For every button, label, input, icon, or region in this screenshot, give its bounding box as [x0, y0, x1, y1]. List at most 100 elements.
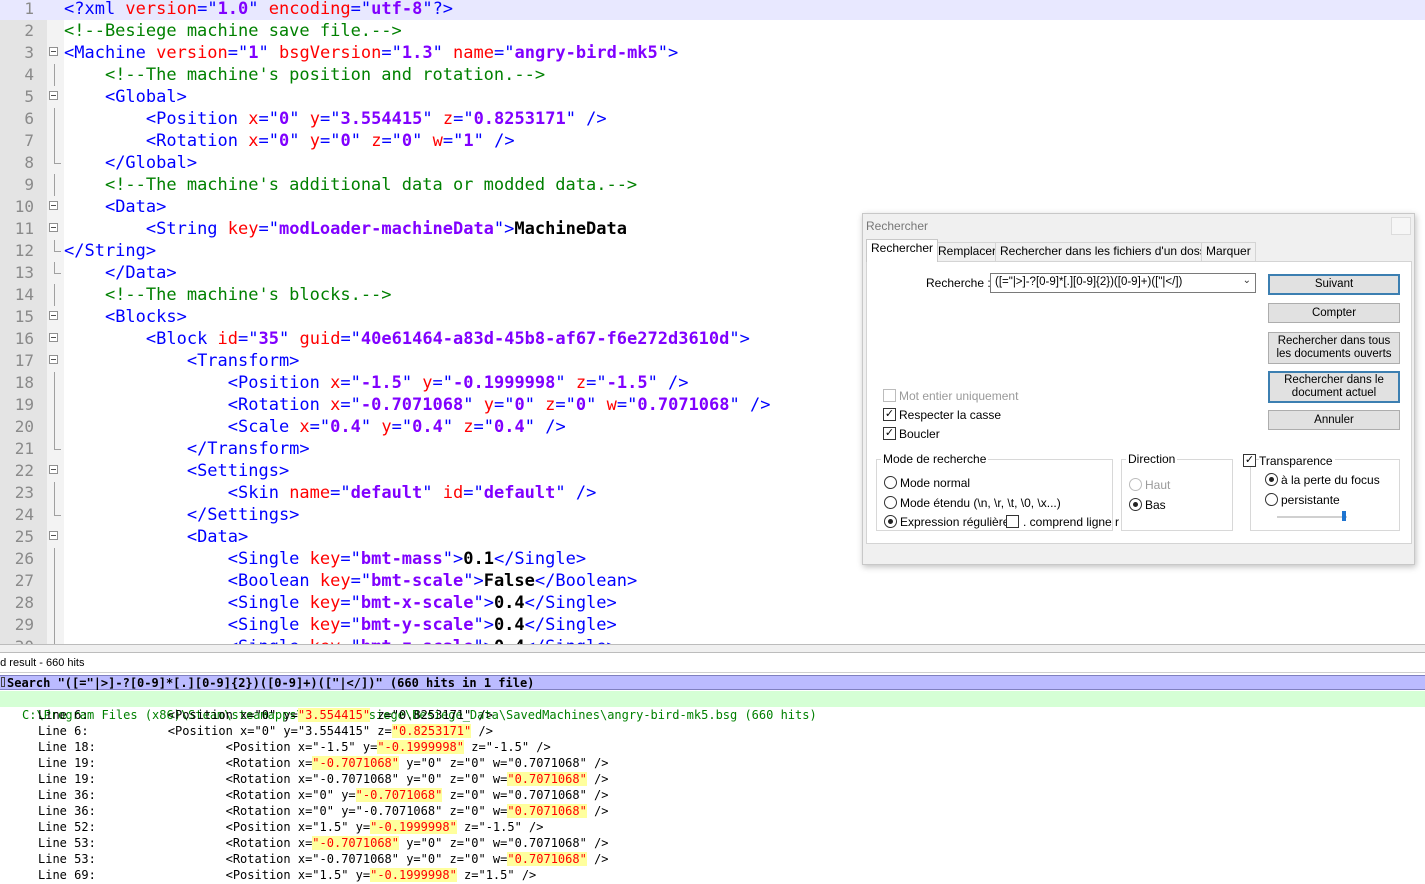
result-fragment: <Position x="1.5" y=: [225, 820, 371, 834]
result-row[interactable]: Line 19: <Rotation x="-0.7071068" y="0" …: [0, 755, 1425, 771]
search-label: Recherche :: [926, 276, 991, 290]
token-tag: =": [381, 43, 402, 63]
code-line[interactable]: 9 <!--The machine's additional data or m…: [0, 174, 1425, 196]
fold-minus-icon[interactable]: [49, 465, 58, 474]
token-tag: =": [309, 417, 331, 437]
result-row[interactable]: Line 52: <Position x="1.5" y="-0.1999998…: [0, 819, 1425, 835]
code-line[interactable]: 2 <!--Besiege machine save file.-->: [0, 20, 1425, 42]
direction-down-radio[interactable]: [1129, 498, 1142, 511]
match-case-checkbox[interactable]: ✓: [883, 408, 896, 421]
result-row[interactable]: Line 36: <Rotation x="0" y="-0.7071068" …: [0, 803, 1425, 819]
token-tag: <Position: [227, 373, 331, 393]
result-row[interactable]: Line 36: <Rotation x="0" y="-0.7071068" …: [0, 787, 1425, 803]
result-row[interactable]: Line 18: <Position x="-1.5" y="-0.199999…: [0, 739, 1425, 755]
count-button[interactable]: Compter: [1268, 303, 1400, 323]
tab-mark[interactable]: Marquer: [1201, 242, 1256, 261]
token-tag: ">: [473, 615, 494, 635]
code-text: <Transform>: [64, 350, 300, 372]
tab-find[interactable]: Rechercher: [866, 239, 939, 262]
transparency-slider-thumb[interactable]: [1342, 511, 1346, 521]
token-tag: ": [289, 131, 310, 151]
tab-find-in-files[interactable]: Rechercher dans les fichiers d'un dossie…: [995, 242, 1225, 261]
transparency-slider-track[interactable]: [1277, 516, 1347, 518]
token-tag: =": [340, 615, 361, 635]
result-row[interactable]: Line 53: <Rotation x="-0.7071068" y="0" …: [0, 835, 1425, 851]
chevron-down-icon[interactable]: ⌄: [1243, 275, 1251, 286]
result-row[interactable]: Line 6: <Position x="0" y="3.554415" z="…: [0, 707, 1425, 723]
token-tag: <String: [145, 219, 228, 239]
mode-extended-radio[interactable]: [884, 496, 897, 509]
code-line[interactable]: 6 <Position x="0" y="3.554415" z="0.8253…: [0, 108, 1425, 130]
token-txt: False: [483, 571, 535, 591]
token-attr: key: [310, 637, 341, 644]
mode-normal-radio[interactable]: [884, 476, 897, 489]
token-val: 3.554415: [340, 109, 423, 129]
next-button[interactable]: Suivant: [1268, 274, 1400, 295]
fold-minus-icon[interactable]: [49, 333, 58, 342]
find-all-current-doc-button[interactable]: Rechercher dans le document actuel: [1268, 371, 1400, 403]
token-attr: key: [227, 219, 259, 239]
result-row[interactable]: Line 6: <Position x="0" y="3.554415" z="…: [0, 723, 1425, 739]
mode-regex-radio[interactable]: [884, 515, 897, 528]
token-txt: 0.4: [493, 593, 525, 613]
panel-splitter[interactable]: [0, 644, 1425, 653]
code-line[interactable]: 8 </Global>: [0, 152, 1425, 174]
collapse-icon[interactable]: [1, 677, 5, 687]
dot-matches-newline-checkbox[interactable]: [1006, 515, 1019, 528]
transparency-checkbox[interactable]: ✓: [1243, 454, 1256, 467]
find-all-open-docs-button[interactable]: Rechercher dans tous les documents ouver…: [1268, 332, 1400, 364]
search-results-panel[interactable]: Search "([="|>]-?[0-9]*[.][0-9]{2})([0-9…: [0, 675, 1425, 884]
code-text: </String>: [64, 240, 156, 262]
code-line[interactable]: 27 <Boolean key="bmt-scale">False</Boole…: [0, 570, 1425, 592]
code-line[interactable]: 1 <?xml version="1.0" encoding="utf-8"?>: [0, 0, 1425, 20]
fold-minus-icon[interactable]: [49, 223, 58, 232]
close-button[interactable]: [1391, 217, 1411, 235]
code-line[interactable]: 30 <Single key="bmt-z-scale">0.4</Single…: [0, 636, 1425, 644]
result-fragment: <Rotation x=: [225, 756, 313, 770]
search-header-row[interactable]: Search "([="|>]-?[0-9]*[.][0-9]{2})([0-9…: [0, 675, 1425, 690]
token-tag: =": [453, 109, 474, 129]
code-line[interactable]: 3 <Machine version="1" bsgVersion="1.3" n…: [0, 42, 1425, 64]
token-tag: " />: [524, 417, 566, 437]
code-line[interactable]: 28 <Single key="bmt-x-scale">0.4</Single…: [0, 592, 1425, 614]
cancel-button[interactable]: Annuler: [1268, 410, 1400, 430]
fold-minus-icon[interactable]: [49, 201, 58, 210]
token-attr: key: [309, 549, 341, 569]
direction-up-radio[interactable]: [1129, 478, 1142, 491]
token-tag: <Global>: [104, 87, 187, 107]
code-line[interactable]: 7 <Rotation x="0" y="0" z="0" w="1" />: [0, 130, 1425, 152]
token-tag: " />: [647, 373, 689, 393]
fold-minus-icon[interactable]: [49, 355, 58, 364]
search-file-row[interactable]: C:\Program Files (x86)\Steam\steamapps\c…: [0, 691, 1425, 722]
token-tag: ">: [463, 571, 484, 591]
fold-line: [54, 416, 55, 438]
result-fragment: <Position x="0" y="3.554415" z=: [167, 724, 392, 738]
fold-minus-icon[interactable]: [49, 91, 58, 100]
fold-minus-icon[interactable]: [49, 47, 58, 56]
search-combobox[interactable]: ([="|>]-?[0-9]*[.][0-9]{2})([0-9]+)(["|<…: [990, 273, 1256, 293]
wrap-checkbox[interactable]: ✓: [883, 427, 896, 440]
search-header-text: Search "([="|>]-?[0-9]*[.][0-9]{2})([0-9…: [7, 676, 535, 690]
result-row[interactable]: Line 53: <Rotation x="-0.7071068" y="0" …: [0, 851, 1425, 867]
token-tag: =": [330, 483, 351, 503]
transparency-always-radio[interactable]: [1265, 493, 1278, 506]
result-fragment: z="0.8253171" />: [370, 708, 493, 722]
code-text: <Single key="bmt-z-scale">0.4</Single>: [64, 636, 617, 644]
transparency-focus-radio[interactable]: [1265, 473, 1278, 486]
fold-minus-icon[interactable]: [49, 311, 58, 320]
token-tag: <Data>: [186, 527, 249, 547]
token-val: angry-bird-mk5: [514, 43, 658, 63]
code-line[interactable]: 5 <Global>: [0, 86, 1425, 108]
whole-word-checkbox[interactable]: [883, 389, 896, 402]
fold-minus-icon[interactable]: [49, 531, 58, 540]
code-line[interactable]: 4 <!--The machine's position and rotatio…: [0, 64, 1425, 86]
token-tag: <Skin: [227, 483, 290, 503]
result-row[interactable]: Line 19: <Rotation x="-0.7071068" y="0" …: [0, 771, 1425, 787]
code-line[interactable]: 29 <Single key="bmt-y-scale">0.4</Single…: [0, 614, 1425, 636]
token-val: 0: [401, 131, 413, 151]
result-fragment: <Rotation x="0" y=: [225, 788, 356, 802]
tab-replace[interactable]: Remplacer: [933, 242, 1002, 261]
token-attr: y: [309, 109, 320, 129]
result-row[interactable]: Line 69: <Position x="1.5" y="-0.1999998…: [0, 867, 1425, 883]
token-attr: version: [125, 0, 198, 19]
